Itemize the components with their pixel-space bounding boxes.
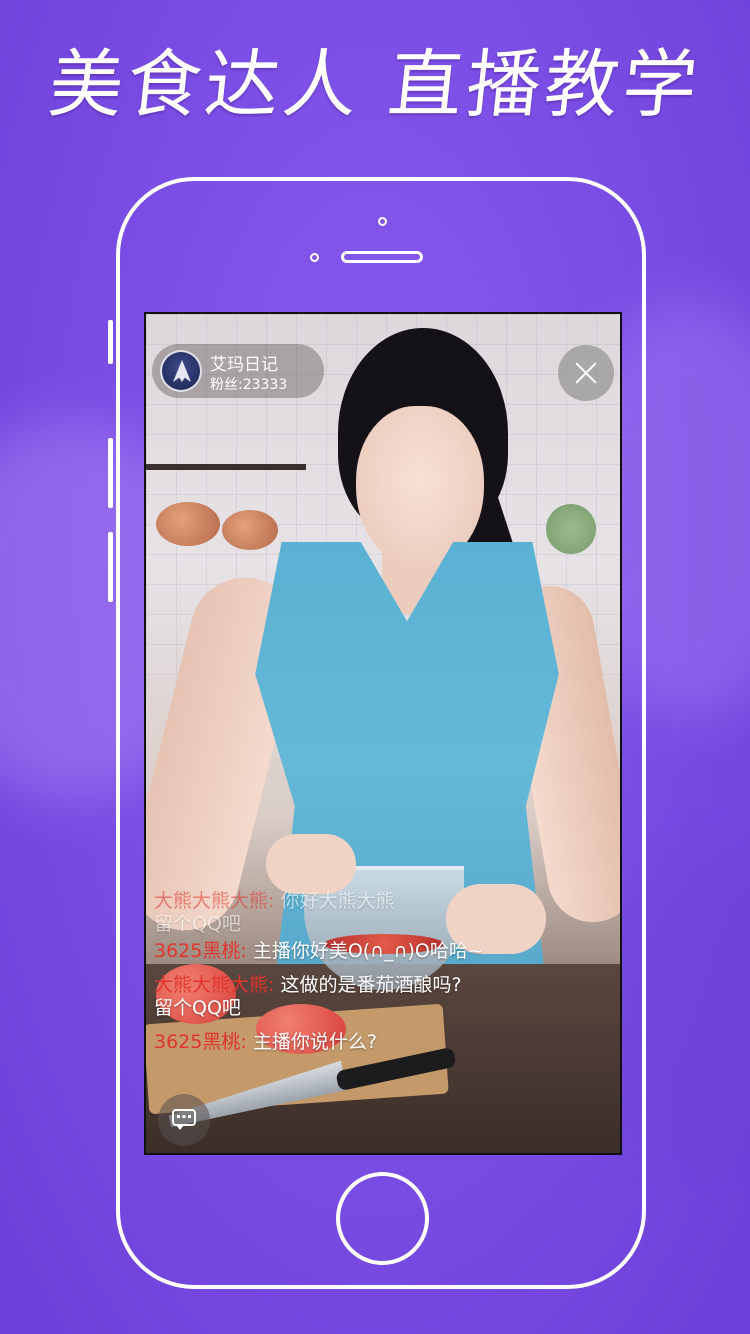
chat-text: 留个QQ吧 (154, 913, 241, 935)
host-avatar[interactable] (160, 350, 202, 392)
chat-username: 3625黑桃: (154, 1031, 247, 1053)
chat-icon-dots (177, 1115, 191, 1118)
chat-username: 3625黑桃: (154, 940, 247, 962)
close-icon[interactable] (558, 345, 614, 401)
live-stream-screen: 艾玛日记 粉丝:23333 大熊大熊大熊: 你好大熊大熊 留个QQ吧 3625黑… (144, 312, 622, 1155)
phone-side-button (108, 320, 113, 364)
chat-username: 大熊大熊大熊: (154, 974, 275, 996)
kitchen-rail (146, 464, 306, 470)
host-name: 艾玛日记 (210, 355, 278, 375)
phone-side-button (108, 532, 113, 602)
comment-button[interactable] (158, 1094, 210, 1146)
chat-icon-tail (176, 1125, 184, 1130)
host-info-pill[interactable]: 艾玛日记 粉丝:23333 (152, 344, 324, 398)
chat-text: 留个QQ吧 (154, 997, 241, 1019)
promo-headline: 美食达人 直播教学 (44, 42, 706, 128)
chat-text: 主播你好美O(∩_∩)O哈哈~ (252, 940, 484, 962)
chat-message: 3625黑桃: 主播你好美O(∩_∩)O哈哈~ (154, 940, 534, 963)
chat-message: 大熊大熊大熊: 这做的是番茄酒酿吗? 留个QQ吧 (154, 974, 534, 1020)
chat-message: 3625黑桃: 主播你说什么? (154, 1031, 534, 1054)
chat-list: 大熊大熊大熊: 你好大熊大熊 留个QQ吧 3625黑桃: 主播你好美O(∩_∩)… (154, 890, 534, 1065)
home-button[interactable] (336, 1172, 429, 1265)
sensor-dot (310, 253, 319, 262)
front-camera (378, 217, 387, 226)
avatar-logo-icon (173, 360, 191, 382)
earpiece-speaker (341, 251, 423, 263)
chat-text: 主播你说什么? (252, 1031, 377, 1053)
phone-side-button (108, 438, 113, 508)
chat-text: 你好大熊大熊 (280, 890, 395, 912)
chat-text: 这做的是番茄酒酿吗? (280, 974, 462, 996)
host-hand (266, 834, 356, 894)
chat-username: 大熊大熊大熊: (154, 890, 275, 912)
host-fans-count: 粉丝:23333 (210, 377, 288, 393)
hanging-pan (222, 510, 278, 550)
hanging-pan (156, 502, 220, 546)
plant (546, 504, 596, 554)
chat-message: 大熊大熊大熊: 你好大熊大熊 留个QQ吧 (154, 890, 534, 936)
